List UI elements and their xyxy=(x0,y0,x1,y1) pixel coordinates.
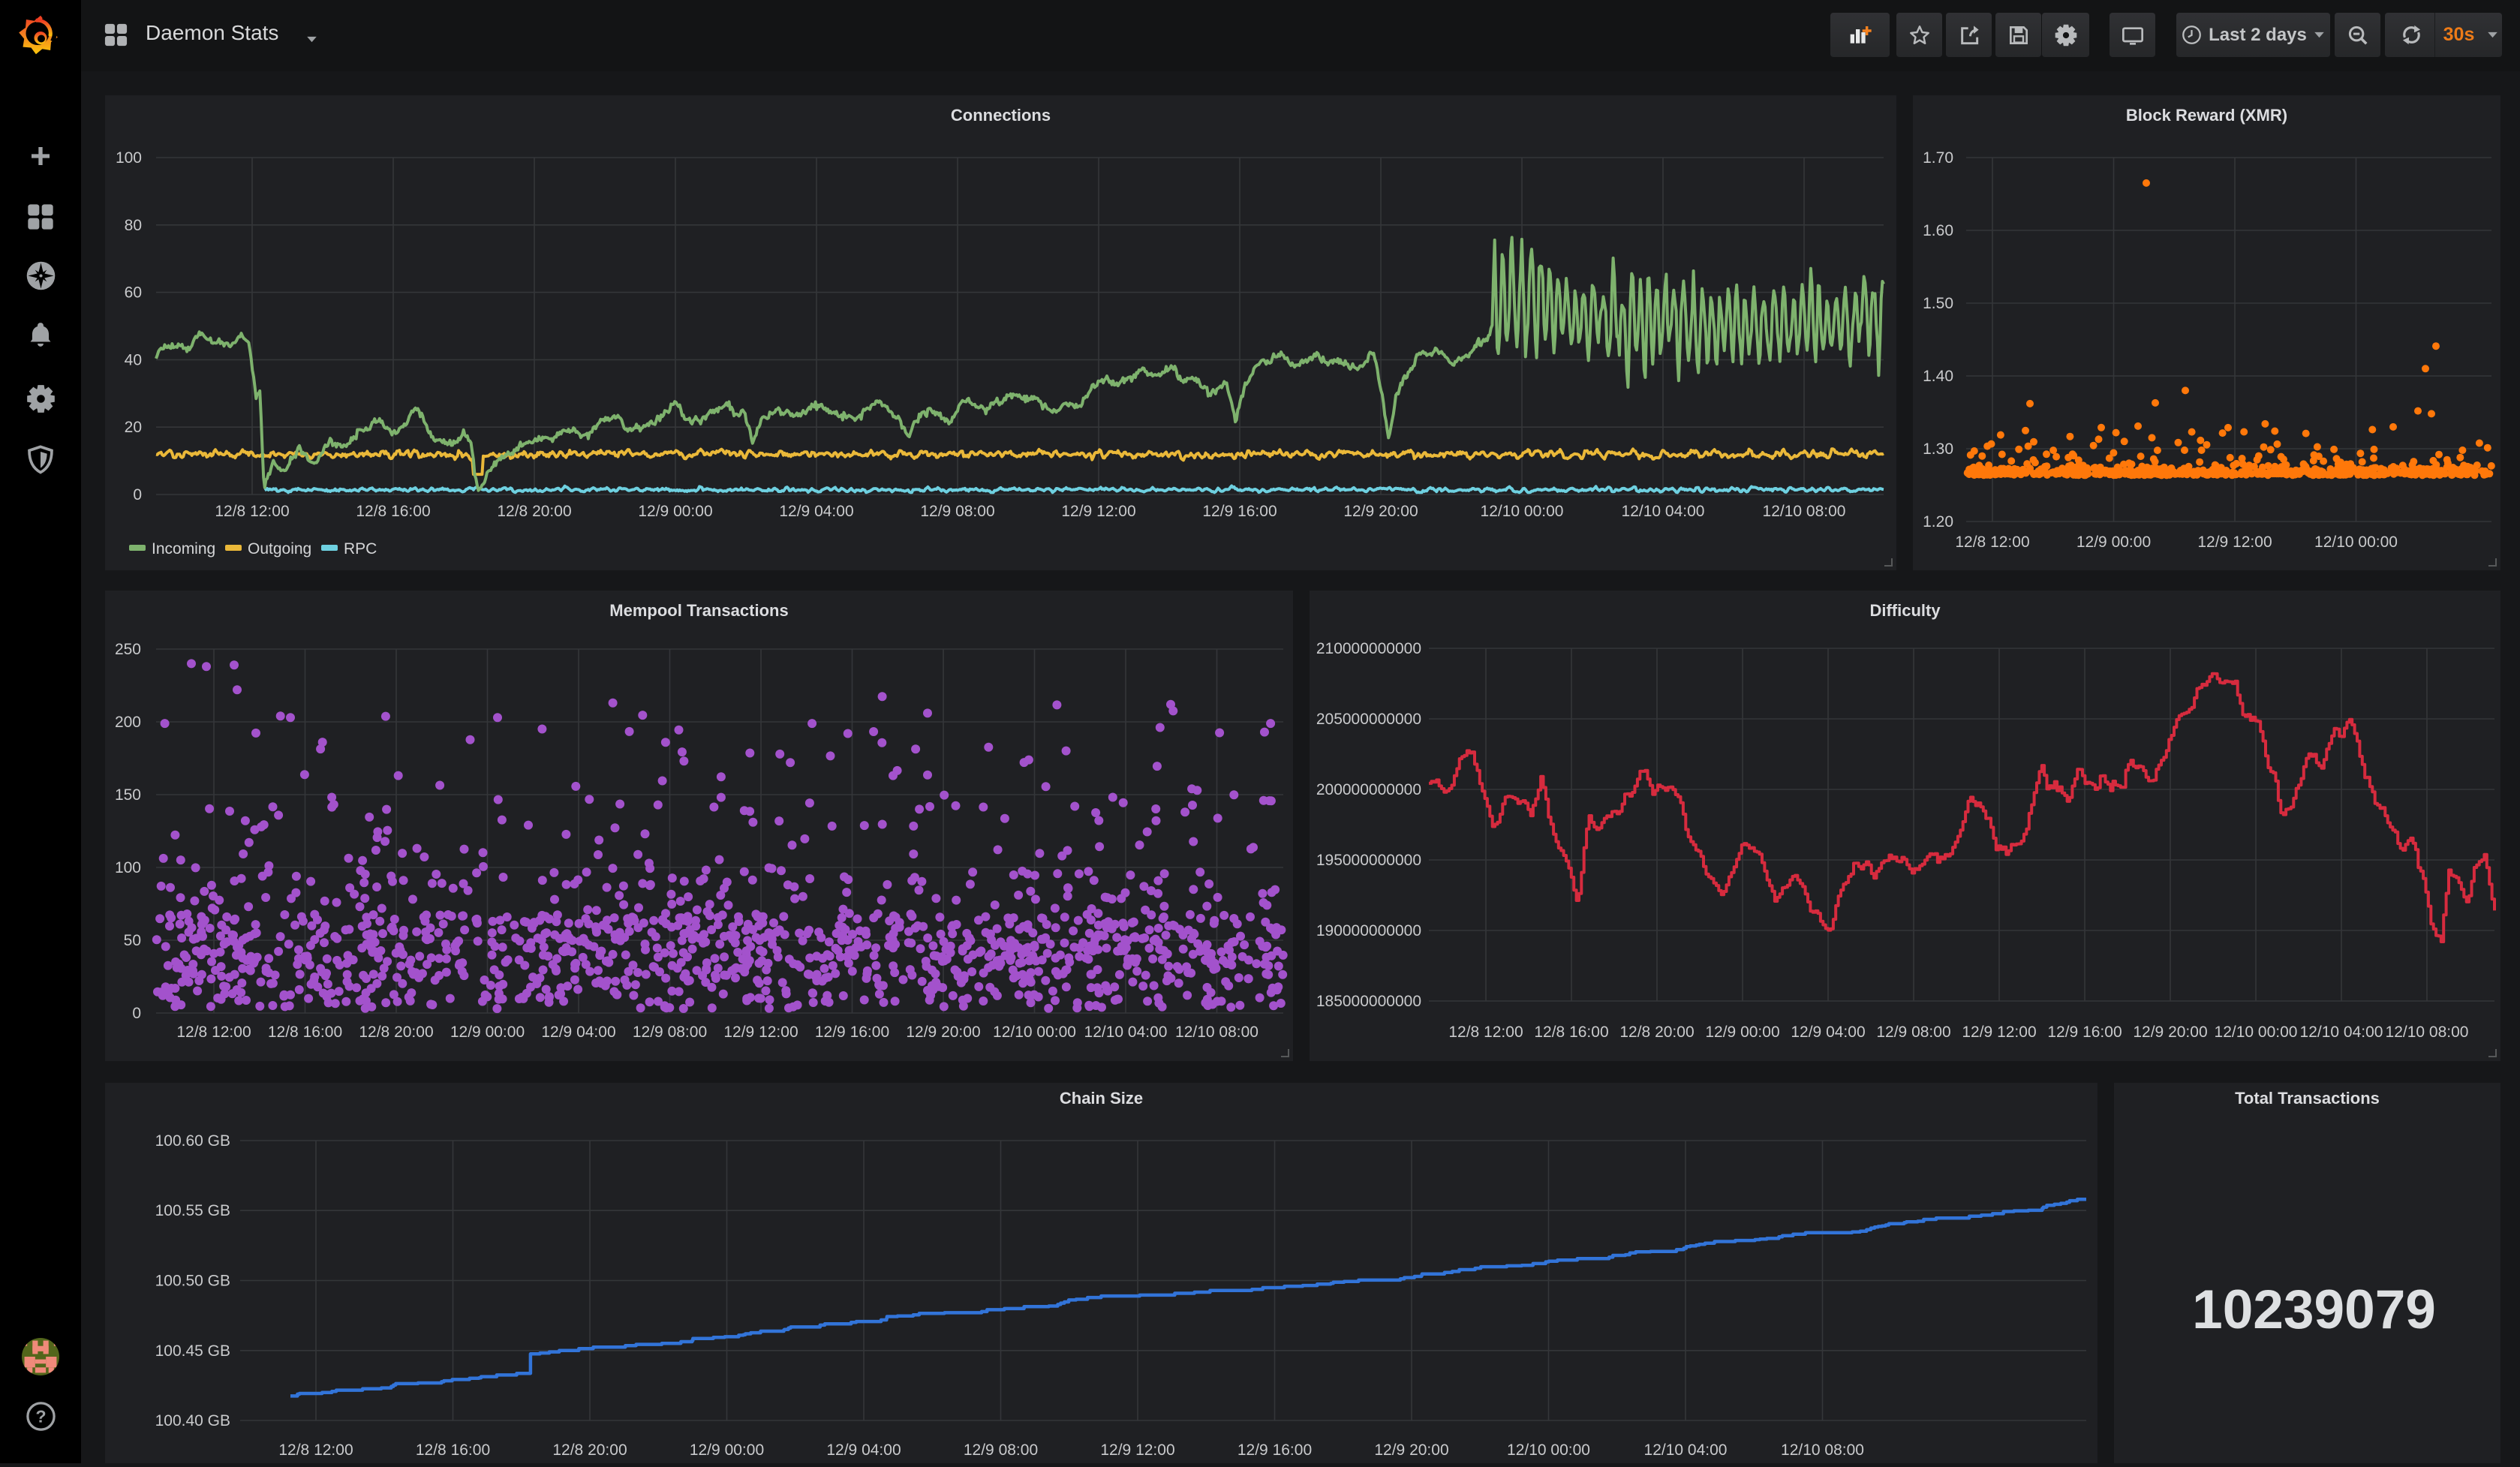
svg-text:12/8 16:00: 12/8 16:00 xyxy=(416,1441,490,1459)
svg-text:12/10 00:00: 12/10 00:00 xyxy=(1507,1441,1590,1459)
svg-text:12/9 08:00: 12/9 08:00 xyxy=(633,1024,707,1041)
svg-text:195000000000: 195000000000 xyxy=(1316,852,1421,869)
svg-text:RPC: RPC xyxy=(344,540,377,558)
svg-text:12/8 20:00: 12/8 20:00 xyxy=(497,503,571,520)
svg-text:12/9 12:00: 12/9 12:00 xyxy=(723,1024,798,1041)
svg-text:12/8 20:00: 12/8 20:00 xyxy=(1619,1024,1694,1041)
svg-text:100.60 GB: 100.60 GB xyxy=(155,1132,230,1150)
svg-text:1.40: 1.40 xyxy=(1923,368,1953,385)
svg-text:12/9 20:00: 12/9 20:00 xyxy=(2133,1024,2207,1041)
svg-text:12/10 04:00: 12/10 04:00 xyxy=(2300,1024,2383,1041)
svg-text:12/10 00:00: 12/10 00:00 xyxy=(1481,503,1564,520)
svg-text:1.70: 1.70 xyxy=(1923,149,1953,167)
svg-text:1.30: 1.30 xyxy=(1923,440,1953,458)
svg-text:12/8 16:00: 12/8 16:00 xyxy=(1534,1024,1608,1041)
svg-text:12/9 20:00: 12/9 20:00 xyxy=(1374,1441,1448,1459)
svg-text:20: 20 xyxy=(125,419,142,436)
svg-text:40: 40 xyxy=(125,351,142,368)
svg-text:100.55 GB: 100.55 GB xyxy=(155,1202,230,1219)
svg-text:12/9 04:00: 12/9 04:00 xyxy=(826,1441,901,1459)
svg-text:12/9 12:00: 12/9 12:00 xyxy=(1100,1441,1174,1459)
svg-text:12/10 04:00: 12/10 04:00 xyxy=(1084,1024,1168,1041)
svg-text:12/9 16:00: 12/9 16:00 xyxy=(2047,1024,2122,1041)
svg-text:12/9 04:00: 12/9 04:00 xyxy=(779,503,853,520)
svg-text:Outgoing: Outgoing xyxy=(248,540,311,558)
svg-text:1.60: 1.60 xyxy=(1923,222,1953,239)
svg-text:12/9 00:00: 12/9 00:00 xyxy=(2076,534,2151,551)
svg-text:12/9 00:00: 12/9 00:00 xyxy=(638,503,712,520)
svg-text:12/9 08:00: 12/9 08:00 xyxy=(964,1441,1038,1459)
svg-text:205000000000: 205000000000 xyxy=(1316,711,1421,728)
svg-text:0: 0 xyxy=(133,486,142,504)
svg-text:12/10 04:00: 12/10 04:00 xyxy=(1622,503,1705,520)
svg-text:1.20: 1.20 xyxy=(1923,513,1953,531)
svg-text:100.40 GB: 100.40 GB xyxy=(155,1412,230,1429)
svg-text:12/9 08:00: 12/9 08:00 xyxy=(1876,1024,1950,1041)
svg-text:0: 0 xyxy=(132,1005,141,1022)
svg-text:12/9 08:00: 12/9 08:00 xyxy=(920,503,994,520)
svg-text:12/8 16:00: 12/8 16:00 xyxy=(268,1024,342,1041)
svg-text:50: 50 xyxy=(124,932,141,949)
svg-text:12/9 20:00: 12/9 20:00 xyxy=(906,1024,980,1041)
svg-text:12/9 00:00: 12/9 00:00 xyxy=(450,1024,525,1041)
svg-text:1.50: 1.50 xyxy=(1923,295,1953,312)
svg-text:12/9 00:00: 12/9 00:00 xyxy=(1705,1024,1779,1041)
svg-text:190000000000: 190000000000 xyxy=(1316,922,1421,939)
svg-text:12/9 04:00: 12/9 04:00 xyxy=(1791,1024,1865,1041)
svg-text:12/8 12:00: 12/8 12:00 xyxy=(1448,1024,1523,1041)
svg-text:12/10 00:00: 12/10 00:00 xyxy=(2215,1024,2298,1041)
svg-text:200000000000: 200000000000 xyxy=(1316,781,1421,798)
svg-text:12/10 00:00: 12/10 00:00 xyxy=(993,1024,1076,1041)
svg-text:12/10 00:00: 12/10 00:00 xyxy=(2314,534,2398,551)
svg-text:80: 80 xyxy=(125,217,142,234)
svg-text:250: 250 xyxy=(115,641,141,658)
svg-text:12/8 20:00: 12/8 20:00 xyxy=(359,1024,433,1041)
svg-text:100: 100 xyxy=(115,859,141,876)
svg-text:12/8 16:00: 12/8 16:00 xyxy=(356,503,430,520)
svg-text:12/8 12:00: 12/8 12:00 xyxy=(215,503,289,520)
svg-text:210000000000: 210000000000 xyxy=(1316,640,1421,657)
svg-text:12/8 12:00: 12/8 12:00 xyxy=(278,1441,353,1459)
svg-text:12/9 12:00: 12/9 12:00 xyxy=(2197,534,2272,551)
svg-text:12/10 08:00: 12/10 08:00 xyxy=(2386,1024,2469,1041)
svg-text:150: 150 xyxy=(115,786,141,804)
svg-text:12/9 00:00: 12/9 00:00 xyxy=(690,1441,764,1459)
svg-text:200: 200 xyxy=(115,714,141,731)
svg-text:60: 60 xyxy=(125,284,142,302)
svg-text:100.50 GB: 100.50 GB xyxy=(155,1273,230,1290)
svg-text:12/10 08:00: 12/10 08:00 xyxy=(1763,503,1846,520)
svg-text:12/10 08:00: 12/10 08:00 xyxy=(1781,1441,1864,1459)
svg-text:12/10 08:00: 12/10 08:00 xyxy=(1175,1024,1258,1041)
svg-text:12/8 12:00: 12/8 12:00 xyxy=(176,1024,251,1041)
svg-text:12/9 16:00: 12/9 16:00 xyxy=(815,1024,889,1041)
svg-text:12/9 20:00: 12/9 20:00 xyxy=(1343,503,1418,520)
svg-text:185000000000: 185000000000 xyxy=(1316,993,1421,1010)
svg-text:12/8 12:00: 12/8 12:00 xyxy=(1955,534,2029,551)
svg-text:12/9 16:00: 12/9 16:00 xyxy=(1237,1441,1312,1459)
svg-text:?: ? xyxy=(35,1407,46,1426)
svg-text:12/8 20:00: 12/8 20:00 xyxy=(552,1441,627,1459)
svg-text:12/9 12:00: 12/9 12:00 xyxy=(1061,503,1135,520)
svg-text:Incoming: Incoming xyxy=(152,540,215,558)
svg-text:12/9 16:00: 12/9 16:00 xyxy=(1202,503,1277,520)
svg-text:12/9 12:00: 12/9 12:00 xyxy=(1962,1024,2036,1041)
svg-text:100.45 GB: 100.45 GB xyxy=(155,1342,230,1360)
svg-text:12/9 04:00: 12/9 04:00 xyxy=(541,1024,615,1041)
svg-text:100: 100 xyxy=(116,149,142,167)
svg-text:12/10 04:00: 12/10 04:00 xyxy=(1644,1441,1728,1459)
